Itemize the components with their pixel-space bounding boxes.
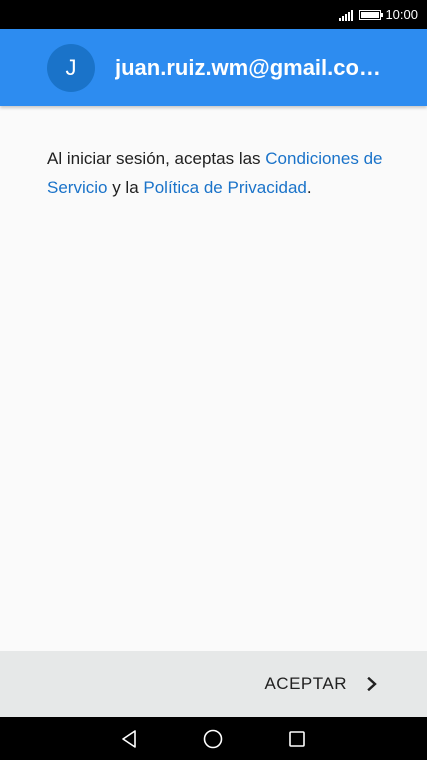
status-time: 10:00 (385, 7, 418, 22)
status-bar: 10:00 (0, 0, 427, 29)
chevron-right-icon (365, 677, 379, 691)
recents-icon[interactable] (285, 727, 309, 751)
accept-button[interactable]: ACEPTAR (264, 674, 379, 694)
terms-text-after: . (306, 177, 312, 197)
accept-button-label: ACEPTAR (264, 674, 347, 693)
privacy-policy-link[interactable]: Política de Privacidad (143, 178, 306, 197)
avatar: J (47, 43, 95, 92)
screen: 10:00 J juan.ruiz.wm@gmail.co… Al inicia… (0, 0, 427, 760)
back-icon[interactable] (118, 727, 142, 751)
terms-text-before: Al iniciar sesión, aceptas las (47, 149, 266, 168)
battery-icon (359, 9, 384, 20)
navigation-bar (0, 717, 427, 760)
account-header: J juan.ruiz.wm@gmail.co… (0, 29, 427, 106)
account-email: juan.ruiz.wm@gmail.co… (115, 54, 381, 80)
terms-text: Al iniciar sesión, aceptas las Condicion… (47, 145, 387, 202)
terms-text-middle: y la (107, 177, 144, 197)
signal-icon (338, 9, 354, 21)
action-bar: ACEPTAR (0, 651, 427, 717)
home-icon[interactable] (201, 727, 225, 751)
